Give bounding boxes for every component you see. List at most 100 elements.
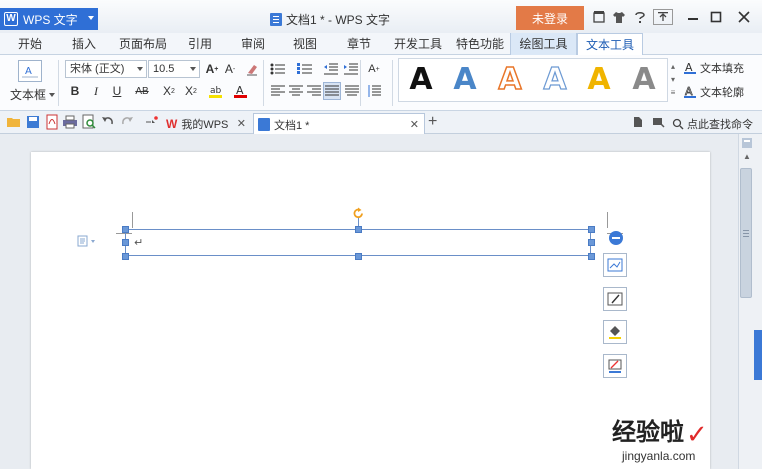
tab-page-layout[interactable]: 页面布局 bbox=[115, 33, 171, 55]
restore-icon[interactable] bbox=[653, 9, 673, 25]
subscript-button[interactable]: X2 bbox=[182, 82, 200, 100]
close-icon[interactable]: ✕ bbox=[237, 117, 246, 130]
skin-icon[interactable] bbox=[588, 8, 610, 26]
paragraph-mark: ↵ bbox=[134, 237, 144, 249]
textbox-icon[interactable]: A bbox=[18, 60, 42, 82]
increase-indent-icon[interactable] bbox=[342, 60, 360, 78]
tab-chapter[interactable]: 章节 bbox=[339, 33, 379, 55]
tab-text-tools[interactable]: 文本工具 bbox=[577, 33, 643, 56]
wordart-style-2[interactable]: A bbox=[441, 62, 489, 97]
textbox-label: 文本框 bbox=[10, 88, 47, 102]
text-outline-icon: A bbox=[684, 85, 696, 98]
shape-outline-button[interactable] bbox=[603, 287, 627, 311]
tab-references[interactable]: 引用 bbox=[180, 33, 220, 55]
paragraph-layout-icon[interactable] bbox=[77, 235, 95, 247]
clear-format-icon[interactable] bbox=[243, 60, 261, 78]
resize-handle-se[interactable] bbox=[588, 253, 595, 260]
print-preview-icon[interactable] bbox=[81, 114, 97, 130]
pin-icon[interactable] bbox=[650, 114, 666, 130]
tab-features[interactable]: 特色功能 bbox=[452, 33, 508, 55]
text-fill-button[interactable]: A 文本填充 bbox=[683, 60, 744, 76]
wordart-style-4[interactable]: A bbox=[531, 61, 579, 97]
save-icon[interactable] bbox=[25, 114, 41, 130]
wordart-style-5[interactable]: A bbox=[575, 62, 623, 97]
char-spacing-icon[interactable]: A + bbox=[365, 60, 383, 78]
shrink-font-icon[interactable]: A- bbox=[221, 60, 239, 78]
align-left-icon[interactable] bbox=[269, 82, 287, 100]
customize-icon[interactable] bbox=[143, 114, 159, 130]
tab-my-wps[interactable]: W 我的WPS ✕ bbox=[162, 113, 250, 134]
fill-color-button[interactable] bbox=[603, 320, 627, 344]
text-box[interactable] bbox=[125, 229, 591, 256]
textbox-button[interactable]: 文本框 bbox=[10, 86, 56, 103]
tab-review[interactable]: 审阅 bbox=[233, 33, 273, 55]
strikethrough-button[interactable]: AB bbox=[133, 82, 151, 100]
collapse-icon[interactable] bbox=[609, 231, 623, 245]
underline-button[interactable]: U bbox=[108, 82, 126, 100]
resize-handle-n[interactable] bbox=[355, 226, 362, 233]
wordart-style-6[interactable]: A bbox=[620, 62, 668, 97]
font-color-icon[interactable]: A bbox=[232, 82, 250, 100]
help-icon[interactable] bbox=[629, 8, 651, 26]
pdf-icon[interactable] bbox=[44, 114, 60, 130]
font-name-select[interactable]: 宋体 (正文) bbox=[65, 60, 147, 78]
wordart-style-1[interactable]: A bbox=[397, 62, 445, 97]
scroll-thumb[interactable] bbox=[740, 168, 752, 298]
login-button[interactable]: 未登录 bbox=[516, 6, 584, 30]
tab-document-1[interactable]: 文档1 * ✕ bbox=[253, 113, 425, 135]
line-spacing-icon[interactable] bbox=[365, 82, 383, 100]
scroll-top-icon[interactable] bbox=[741, 137, 753, 149]
print-icon[interactable] bbox=[62, 114, 78, 130]
rotate-handle-icon[interactable] bbox=[352, 207, 365, 220]
align-right-icon[interactable] bbox=[305, 82, 323, 100]
highlight-icon[interactable]: ab bbox=[207, 82, 225, 100]
bullet-list-icon[interactable] bbox=[269, 60, 287, 78]
scroll-up-icon[interactable]: ▲ bbox=[743, 152, 751, 161]
tab-developer[interactable]: 开发工具 bbox=[390, 33, 446, 55]
superscript-button[interactable]: X2 bbox=[160, 82, 178, 100]
resize-handle-w[interactable] bbox=[122, 239, 129, 246]
chevron-down-icon bbox=[91, 239, 95, 243]
bold-button[interactable]: B bbox=[66, 82, 84, 100]
tab-drawing-tools[interactable]: 绘图工具 bbox=[510, 33, 577, 55]
minimize-icon[interactable] bbox=[682, 8, 704, 26]
ribbon-divider bbox=[58, 60, 59, 106]
justify-icon[interactable] bbox=[323, 82, 341, 100]
resize-handle-nw[interactable] bbox=[122, 226, 129, 233]
maximize-icon[interactable] bbox=[705, 8, 727, 26]
tab-home[interactable]: 开始 bbox=[10, 33, 50, 55]
new-tab-icon[interactable]: + bbox=[428, 113, 437, 131]
watermark-check-icon: ✓ bbox=[686, 419, 708, 449]
layout-options-button[interactable] bbox=[603, 253, 627, 277]
gallery-scroll[interactable]: ▴ ▾ ≡ bbox=[668, 60, 678, 100]
align-center-icon[interactable] bbox=[287, 82, 305, 100]
decrease-indent-icon[interactable] bbox=[322, 60, 340, 78]
side-panel-toggle[interactable] bbox=[754, 330, 762, 380]
shirt-icon[interactable] bbox=[608, 8, 630, 26]
italic-button[interactable]: I bbox=[87, 82, 105, 100]
app-menu-button[interactable]: W WPS 文字 bbox=[0, 8, 98, 30]
doc-settings-icon[interactable] bbox=[630, 114, 646, 130]
tab-insert[interactable]: 插入 bbox=[64, 33, 104, 55]
wps-logo-icon: W bbox=[166, 116, 178, 131]
distributed-icon[interactable] bbox=[343, 82, 361, 100]
grow-font-icon[interactable]: A + bbox=[203, 60, 221, 78]
font-size-select[interactable]: 10.5 bbox=[148, 60, 200, 78]
text-outline-button[interactable]: A 文本轮廓 bbox=[683, 84, 744, 100]
undo-icon[interactable] bbox=[100, 114, 116, 130]
outline-color-button[interactable] bbox=[603, 354, 627, 378]
resize-handle-ne[interactable] bbox=[588, 226, 595, 233]
close-icon[interactable]: ✕ bbox=[410, 118, 419, 131]
wordart-style-3[interactable]: A bbox=[486, 61, 534, 98]
resize-handle-s[interactable] bbox=[355, 253, 362, 260]
redo-icon[interactable] bbox=[119, 114, 135, 130]
resize-handle-sw[interactable] bbox=[122, 253, 129, 260]
text-fill-icon: A bbox=[684, 61, 696, 74]
search-icon bbox=[672, 118, 684, 130]
command-search[interactable]: 点此查找命令 bbox=[672, 116, 753, 132]
open-icon[interactable] bbox=[6, 114, 22, 130]
numbered-list-icon[interactable] bbox=[296, 60, 314, 78]
tab-view[interactable]: 视图 bbox=[285, 33, 325, 55]
resize-handle-e[interactable] bbox=[588, 239, 595, 246]
close-icon[interactable] bbox=[733, 8, 755, 26]
